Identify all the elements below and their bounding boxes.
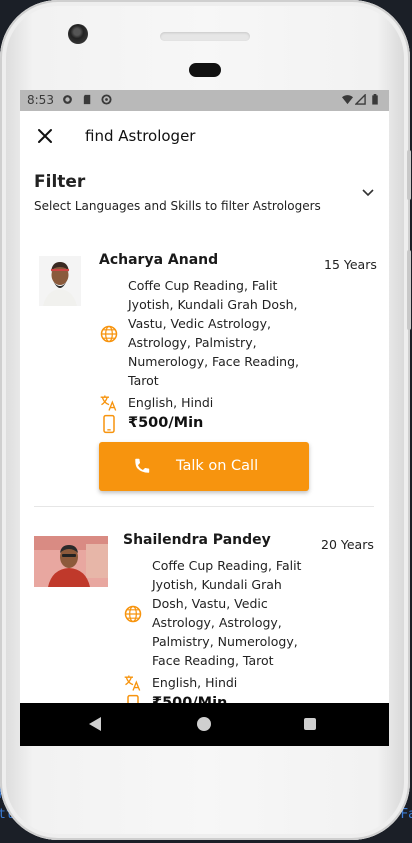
globe-icon [124,605,142,623]
filter-title: Filter [34,172,86,192]
app-screen: 8:53 find Astrologer Filter Select Langu… [20,90,389,746]
globe-icon [100,325,118,343]
settings-icon [63,95,72,104]
skills-line: Tarot [128,373,159,388]
recent-apps-icon[interactable] [304,718,316,730]
astrologer-card[interactable]: Shailendra Pandey 20 Years Coffe Cup Rea… [20,520,389,720]
mobile-phone-icon [103,414,115,434]
translate-icon [124,675,141,691]
experience-years: 15 Years [324,257,377,272]
phone-call-icon [135,458,150,473]
talk-on-call-label: Talk on Call [176,458,259,474]
skills-list: Coffe Cup Reading, Falit Jyotish, Kundal… [128,276,299,390]
skills-line: Jyotish, Kundali Grah [152,577,282,592]
languages: English, Hindi [152,675,238,690]
filter-subtitle: Select Languages and Skills to filter As… [34,199,321,213]
filter-panel[interactable]: Filter Select Languages and Skills to fi… [34,172,376,220]
back-icon[interactable] [89,717,101,731]
skills-line: Astrology, Palmistry, [128,335,257,350]
astrologer-name: Acharya Anand [99,252,219,268]
home-icon[interactable] [197,717,211,731]
astrologer-name: Shailendra Pandey [123,532,271,548]
skills-list: Coffe Cup Reading, Falit Jyotish, Kundal… [152,556,301,670]
wifi-icon [342,95,353,105]
skills-line: Palmistry, Numerology, [152,634,298,649]
translate-icon [100,395,117,411]
power-button [407,250,411,330]
app-bar: find Astrologer [20,111,389,161]
card-divider [34,506,374,507]
astrologer-card[interactable]: Acharya Anand 15 Years Coffe Cup Reading… [20,240,389,500]
volume-button [407,150,411,200]
proximity-sensor [189,63,221,77]
skills-line: Coffe Cup Reading, Falit [152,558,302,573]
phone-frame: 8:53 find Astrologer Filter Select Langu… [0,0,411,840]
cell-signal-icon [355,94,366,105]
earpiece-speaker [160,32,250,41]
sd-card-icon [83,94,91,105]
status-time: 8:53 [27,93,54,107]
skills-line: Face Reading, Tarot [152,653,274,668]
data-saver-icon [101,94,112,105]
page-title: find Astrologer [85,127,196,145]
front-camera [68,24,88,44]
skills-line: Jyotish, Kundali Grah Dosh, [128,297,298,312]
skills-line: Astrology, Astrology, [152,615,282,630]
status-bar: 8:53 [20,90,389,111]
price-per-minute: ₹500/Min [128,415,204,431]
chevron-down-icon[interactable] [360,184,376,200]
astrologer-avatar [34,536,108,587]
skills-line: Coffe Cup Reading, Falit [128,278,278,293]
skills-line: Numerology, Face Reading, [128,354,300,369]
skills-line: Vastu, Vedic Astrology, [128,316,271,331]
astrologer-avatar [39,256,81,306]
battery-icon [372,94,378,105]
skills-line: Dosh, Vastu, Vedic [152,596,268,611]
system-nav-bar [20,703,389,746]
languages: English, Hindi [128,395,214,410]
talk-on-call-button[interactable]: Talk on Call [99,442,309,491]
close-icon[interactable] [34,125,56,147]
experience-years: 20 Years [321,537,374,552]
